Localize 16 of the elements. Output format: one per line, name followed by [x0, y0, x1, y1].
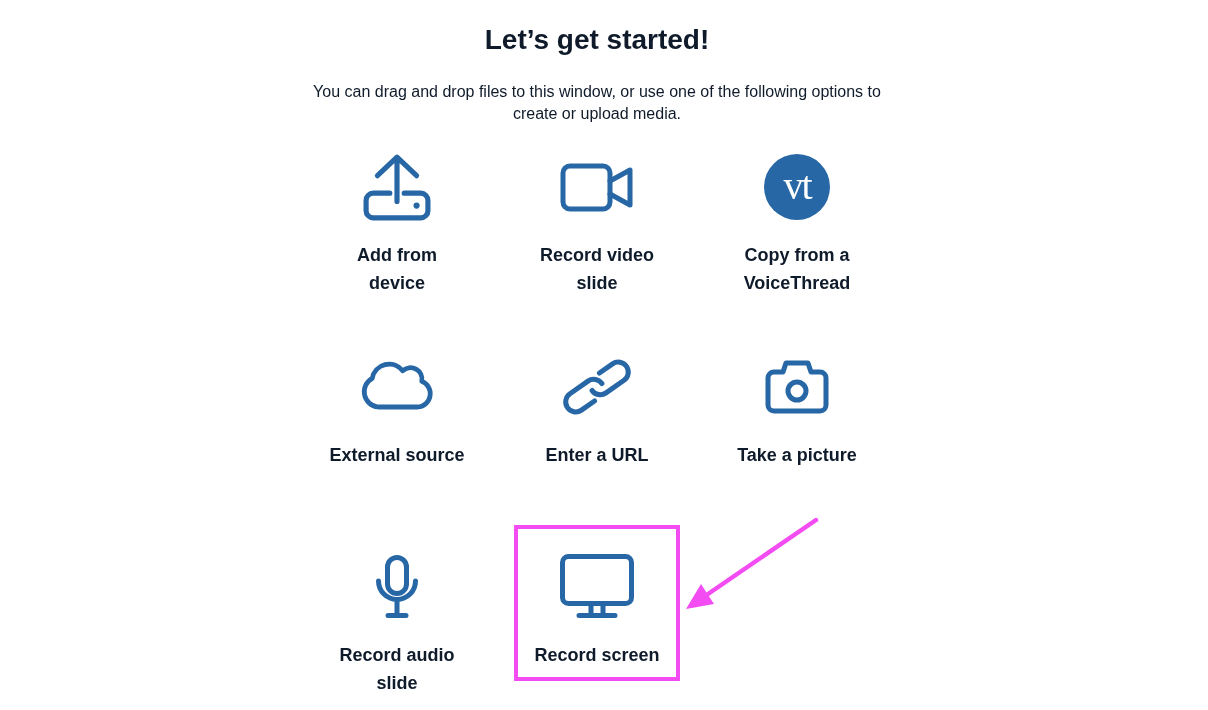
media-option-button[interactable]: Record audio slide — [314, 525, 480, 709]
upload-icon — [363, 153, 431, 221]
microphone-icon — [375, 555, 419, 619]
camera-icon — [765, 359, 829, 415]
monogram-logo: vt — [764, 154, 830, 220]
instructions-text: You can drag and drop files to this window, or use one of the following options to create or upload media. — [312, 82, 882, 124]
video-camera-icon — [560, 162, 634, 212]
page-title: Let’s get started! — [484, 23, 710, 57]
media-option-button[interactable]: Take a picture — [714, 325, 880, 481]
media-option-button[interactable]: Record video slide — [514, 125, 680, 309]
monitor-icon — [560, 554, 634, 620]
media-option-button[interactable]: External source — [314, 325, 480, 481]
media-option-button[interactable]: Enter a URL — [514, 325, 680, 481]
media-option-button[interactable]: Record screen — [514, 525, 680, 681]
media-option-button[interactable]: vt Copy from a VoiceThread — [714, 125, 880, 309]
media-option-button[interactable]: Add from device — [314, 125, 480, 309]
